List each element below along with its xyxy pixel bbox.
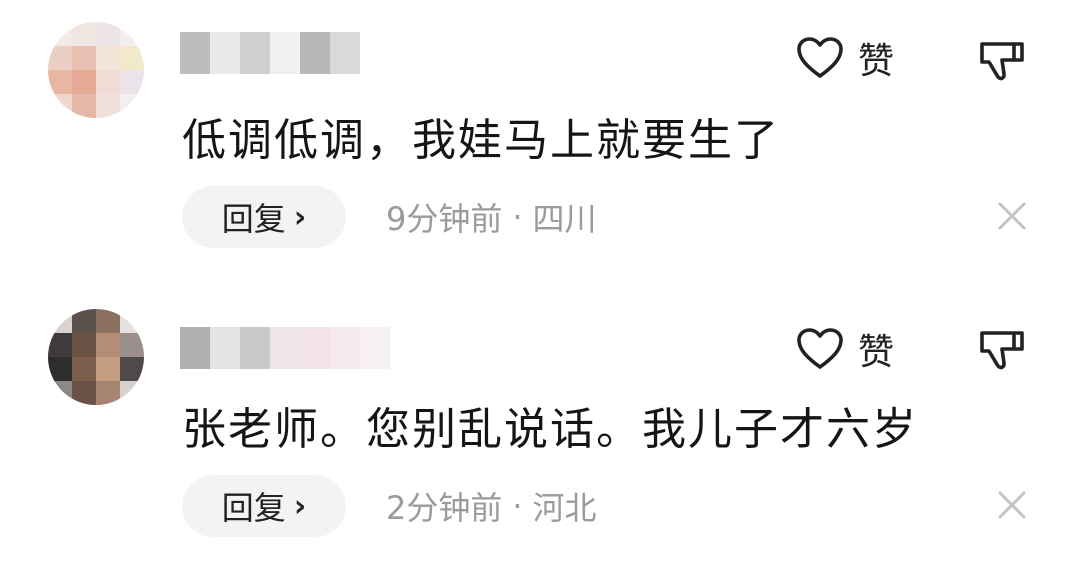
comment-text: 低调低调，我娃马上就要生了 xyxy=(182,115,780,166)
dislike-button[interactable] xyxy=(976,319,1028,379)
reply-label: 回复 xyxy=(221,200,286,238)
thumbs-down-icon xyxy=(980,331,1024,370)
heart-outline-icon xyxy=(797,328,843,369)
like-button[interactable]: 赞 xyxy=(796,319,906,379)
username-blurred[interactable] xyxy=(180,327,390,369)
dislike-button[interactable] xyxy=(976,30,1028,90)
thumbs-down-icon xyxy=(980,42,1024,81)
avatar[interactable] xyxy=(48,22,144,118)
separator: · xyxy=(512,487,523,525)
separator: · xyxy=(512,198,523,236)
username-blurred[interactable] xyxy=(180,32,360,74)
close-button[interactable] xyxy=(994,487,1030,523)
reply-button[interactable]: 回复 › xyxy=(182,475,346,537)
chevron-right-icon: › xyxy=(293,199,307,235)
location: 四川 xyxy=(532,200,597,238)
comment-meta: 9分钟前 · 四川 xyxy=(386,186,597,248)
reply-button[interactable]: 回复 › xyxy=(182,186,346,248)
comment-item: 赞 低调低调，我娃马上就要生了 回复 › 9分钟前 · 四川 xyxy=(0,0,1073,286)
reply-label: 回复 xyxy=(221,489,286,527)
chevron-right-icon: › xyxy=(293,488,307,524)
heart-outline-icon xyxy=(797,37,843,78)
close-button[interactable] xyxy=(994,198,1030,234)
timestamp: 2分钟前 xyxy=(386,489,503,527)
comment-text: 张老师。您别乱说话。我儿子才六岁 xyxy=(182,404,918,455)
like-label: 赞 xyxy=(858,41,895,82)
like-label: 赞 xyxy=(858,332,895,373)
avatar[interactable] xyxy=(48,309,144,405)
comment-item: 赞 张老师。您别乱说话。我儿子才六岁 回复 › 2分钟前 · 河北 xyxy=(0,289,1073,572)
location: 河北 xyxy=(532,489,597,527)
comment-meta: 2分钟前 · 河北 xyxy=(386,475,597,537)
like-button[interactable]: 赞 xyxy=(796,28,906,88)
timestamp: 9分钟前 xyxy=(386,200,503,238)
close-icon xyxy=(998,491,1026,519)
close-icon xyxy=(998,202,1026,230)
